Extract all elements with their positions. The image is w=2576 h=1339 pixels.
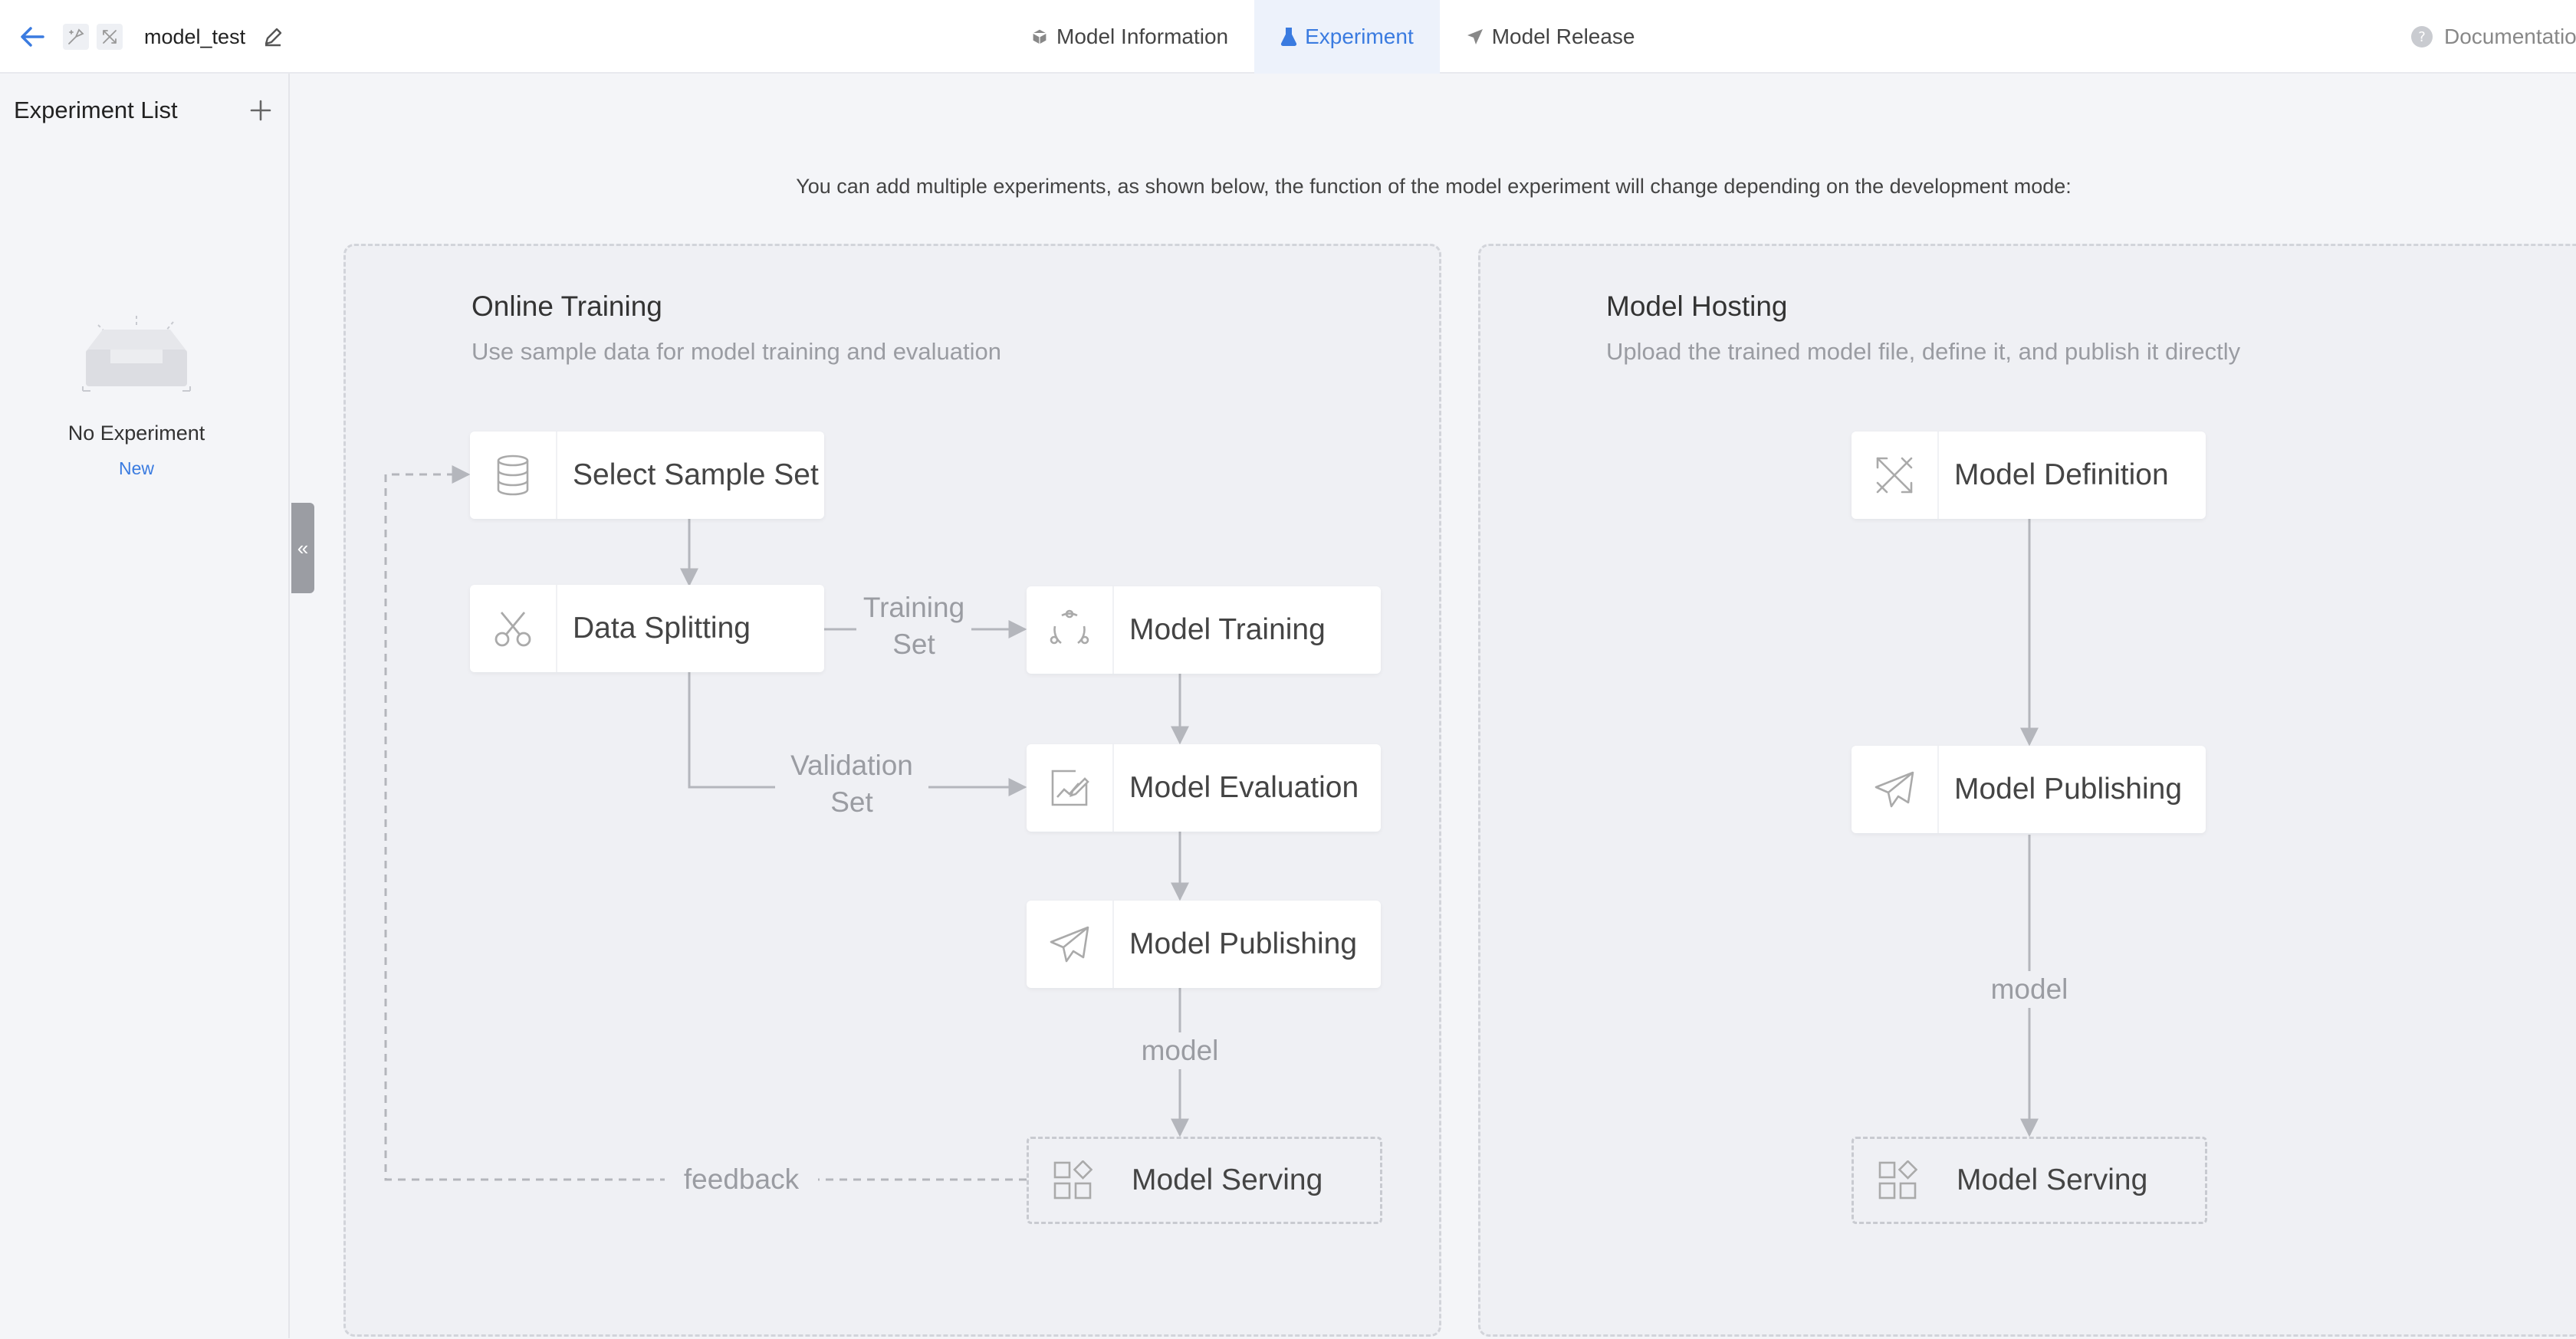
tab-model-information[interactable]: Model Information bbox=[1004, 0, 1254, 74]
apps-grid-icon bbox=[1854, 1139, 1941, 1222]
model-evaluation-node[interactable]: Model Evaluation bbox=[1027, 744, 1381, 832]
node-label: Model Definition bbox=[1954, 458, 2169, 491]
model-definition-node[interactable]: Model Definition bbox=[1852, 432, 2206, 519]
select-sample-set-node[interactable]: Select Sample Set bbox=[470, 432, 824, 519]
apps-grid-icon bbox=[1029, 1139, 1116, 1222]
cycle-icon bbox=[1027, 586, 1114, 674]
tools-icon bbox=[97, 24, 123, 50]
tab-label: Experiment bbox=[1305, 25, 1414, 48]
collapse-sidebar-handle[interactable]: « bbox=[291, 503, 314, 593]
paper-plane-icon bbox=[1027, 901, 1114, 988]
tab-label: Model Information bbox=[1056, 25, 1229, 48]
header-left: model_test bbox=[15, 0, 285, 74]
cube-icon bbox=[1032, 28, 1047, 45]
tab-experiment[interactable]: Experiment bbox=[1254, 0, 1440, 74]
top-bar: model_test Model Information Experiment … bbox=[0, 0, 2576, 74]
intro-text: You can add multiple experiments, as sho… bbox=[796, 175, 2072, 198]
node-label: Model Evaluation bbox=[1129, 771, 1359, 804]
edit-pencil-icon[interactable] bbox=[261, 25, 285, 49]
back-arrow-icon[interactable] bbox=[15, 20, 49, 54]
new-experiment-link[interactable]: New bbox=[0, 458, 273, 479]
tab-label: Model Release bbox=[1491, 25, 1635, 48]
model-training-node[interactable]: Model Training bbox=[1027, 586, 1381, 674]
add-experiment-plus-icon[interactable] bbox=[244, 94, 278, 127]
experiment-sidebar: Experiment List No Experiment New bbox=[0, 74, 290, 1338]
node-label: Select Sample Set bbox=[573, 458, 819, 491]
main-tabs: Model Information Experiment Model Relea… bbox=[1004, 0, 1661, 74]
online-training-panel: Online Training Use sample data for mode… bbox=[343, 244, 1441, 1337]
node-label: Model Serving bbox=[1957, 1163, 2148, 1196]
edge-label-model: model bbox=[1128, 1032, 1232, 1069]
database-icon bbox=[470, 432, 557, 519]
experiment-list-title: Experiment List bbox=[14, 97, 178, 123]
node-label: Model Training bbox=[1129, 613, 1326, 646]
model-publishing-node[interactable]: Model Publishing bbox=[1852, 746, 2206, 833]
edge-label-model: model bbox=[1977, 971, 2082, 1008]
documentation-link[interactable]: ? Documentatio bbox=[2410, 0, 2576, 74]
model-type-icon bbox=[63, 24, 89, 50]
evaluation-chart-icon bbox=[1027, 744, 1114, 832]
help-circle-icon: ? bbox=[2411, 26, 2433, 48]
node-label: Model Serving bbox=[1132, 1163, 1323, 1196]
tab-model-release[interactable]: Model Release bbox=[1440, 0, 1661, 74]
paper-plane-icon bbox=[1852, 746, 1939, 833]
edge-label-validation-set: Validation Set bbox=[775, 747, 928, 821]
svg-text:?: ? bbox=[2418, 29, 2426, 45]
documentation-label: Documentatio bbox=[2444, 25, 2576, 48]
empty-experiment-text: No Experiment bbox=[67, 422, 205, 445]
send-icon bbox=[1467, 29, 1483, 44]
model-hosting-panel: Model Hosting Upload the trained model f… bbox=[1478, 244, 2576, 1337]
tools-icon bbox=[1852, 432, 1939, 519]
empty-box-icon bbox=[77, 311, 196, 401]
model-serving-node[interactable]: Model Serving bbox=[1027, 1137, 1382, 1224]
scissors-icon bbox=[470, 585, 557, 672]
node-label: Model Publishing bbox=[1954, 773, 2183, 806]
node-label: Data Splitting bbox=[573, 612, 751, 645]
flask-icon bbox=[1280, 28, 1297, 46]
data-splitting-node[interactable]: Data Splitting bbox=[470, 585, 824, 672]
model-serving-node[interactable]: Model Serving bbox=[1852, 1137, 2207, 1224]
model-name: model_test bbox=[144, 25, 246, 48]
edge-label-training-set: Training Set bbox=[856, 589, 971, 663]
model-publishing-node[interactable]: Model Publishing bbox=[1027, 901, 1381, 988]
node-label: Model Publishing bbox=[1129, 927, 1358, 960]
edge-label-feedback: feedback bbox=[665, 1161, 818, 1198]
